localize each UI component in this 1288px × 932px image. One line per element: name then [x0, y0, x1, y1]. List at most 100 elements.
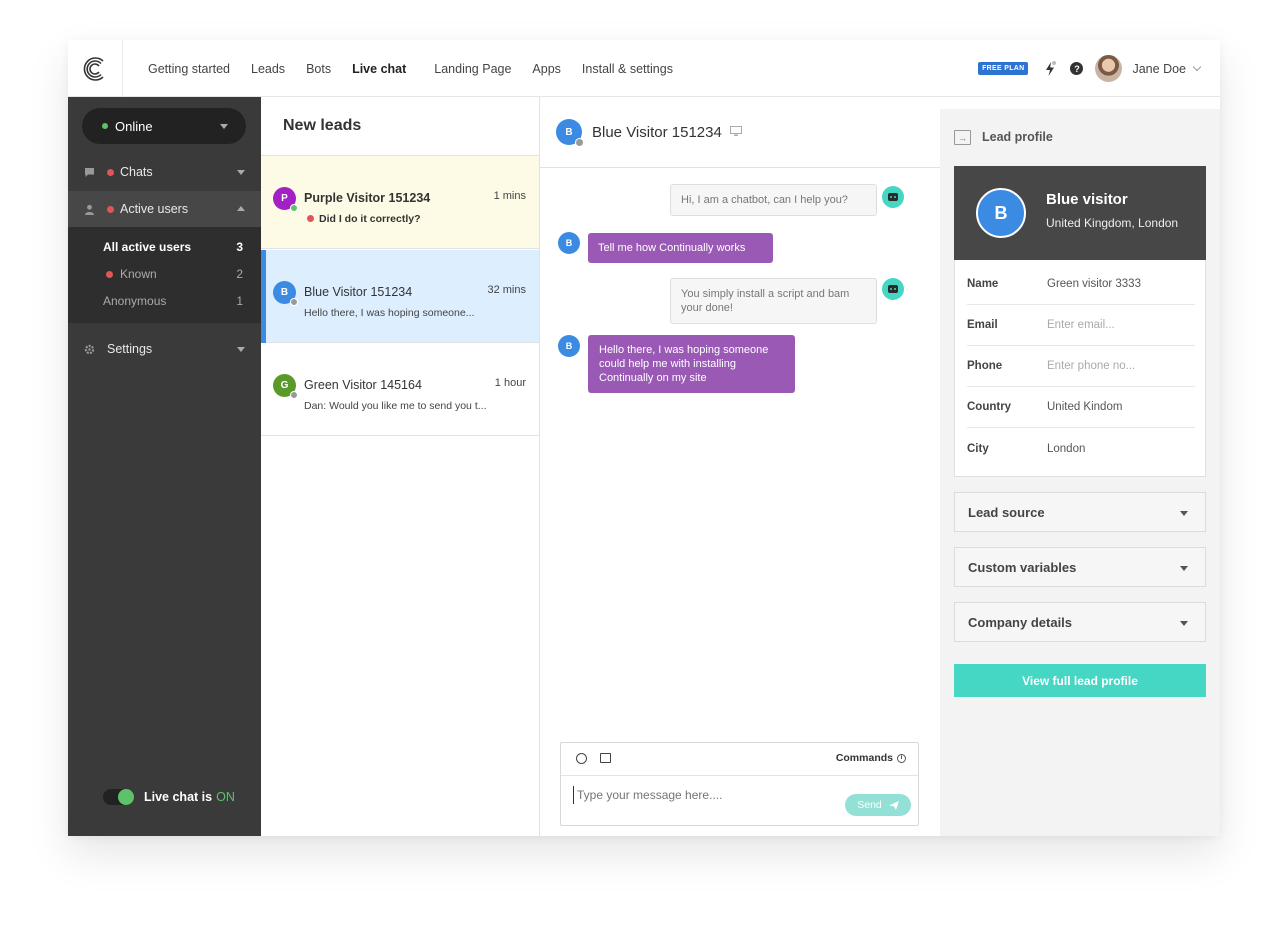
lead-avatar: G — [273, 374, 298, 399]
sidebar-item-settings[interactable]: Settings — [68, 331, 261, 367]
section-label: Lead source — [968, 504, 1045, 520]
lead-profile-panel: → Lead profile B Blue visitor United Kin… — [940, 109, 1220, 836]
status-label: Online — [115, 118, 153, 134]
avatar-initial: B — [280, 287, 289, 298]
visitor-message: Hello there, I was hoping someone could … — [588, 335, 795, 393]
chat-header: B Blue Visitor 151234 — [540, 97, 940, 168]
live-chat-toggle[interactable] — [103, 789, 134, 805]
unread-dot — [307, 215, 314, 222]
subitem-count: 3 — [236, 240, 243, 254]
live-chat-state: ON — [216, 790, 235, 804]
visitor-message: Tell me how Continually works — [588, 233, 773, 263]
nav-landing-page[interactable]: Landing Page — [434, 62, 511, 76]
sidebar-subitem-anonymous[interactable]: Anonymous 1 — [103, 294, 243, 308]
avatar-initial: P — [281, 193, 288, 204]
plan-badge[interactable]: FREE PLAN — [978, 62, 1029, 75]
subitem-label-wrap: Known — [103, 267, 157, 281]
continually-logo[interactable] — [68, 40, 123, 97]
chat-icon — [85, 167, 94, 177]
visitor-avatar: B — [558, 335, 580, 357]
section-custom-variables[interactable]: Custom variables — [954, 547, 1206, 587]
lead-name: Green Visitor 145164 — [304, 378, 422, 392]
app-window: Getting started Leads Bots Live chat Lan… — [68, 40, 1220, 836]
alert-dot — [107, 168, 114, 176]
status-dot — [290, 298, 298, 306]
composer-toolbar: Commands i — [561, 743, 918, 776]
bot-message: You simply install a script and bam your… — [670, 278, 877, 324]
collapse-panel-icon[interactable]: → — [954, 130, 971, 145]
sidebar-subitem-known[interactable]: Known 2 — [103, 267, 243, 281]
avatar-initial: G — [280, 380, 289, 391]
lead-item[interactable]: G Green Visitor 145164 1 hour Dan: Would… — [261, 343, 539, 436]
user-name[interactable]: Jane Doe — [1132, 62, 1186, 76]
send-label: Send — [857, 799, 882, 811]
lead-profile-name: Blue visitor — [1046, 191, 1128, 208]
section-lead-source[interactable]: Lead source — [954, 492, 1206, 532]
status-dot — [290, 204, 298, 212]
lead-time: 1 hour — [494, 377, 526, 389]
nav-apps[interactable]: Apps — [532, 62, 561, 76]
view-full-lead-profile-button[interactable]: View full lead profile — [954, 664, 1206, 697]
emoji-icon[interactable] — [576, 753, 587, 764]
chat-title: Blue Visitor 151234 — [592, 123, 722, 141]
send-button[interactable]: Send — [845, 794, 911, 816]
section-label: Custom variables — [968, 559, 1077, 575]
chat-avatar: B — [556, 119, 584, 147]
nav-leads[interactable]: Leads — [251, 62, 285, 76]
field-country[interactable]: Country United Kindom — [967, 387, 1195, 428]
nav-bots[interactable]: Bots — [306, 62, 331, 76]
lead-time: 1 mins — [493, 190, 526, 202]
lead-item[interactable]: B Blue Visitor 151234 32 mins Hello ther… — [261, 250, 539, 343]
field-label: Email — [967, 319, 998, 331]
lead-item[interactable]: P Purple Visitor 151234 1 mins Did I do … — [261, 156, 539, 249]
logo-icon — [83, 56, 104, 81]
status-dot — [575, 138, 584, 147]
lead-message: Did I do it correctly? — [319, 213, 421, 225]
lead-avatar: B — [273, 281, 298, 306]
lightning-icon[interactable] — [1044, 60, 1057, 77]
sidebar-item-chats[interactable]: Chats — [68, 154, 261, 190]
field-label: Phone — [967, 360, 1003, 372]
online-dot — [102, 123, 108, 129]
commands-label: Commands — [835, 752, 893, 764]
alert-dot — [107, 205, 114, 213]
field-name[interactable]: Name Green visitor 3333 — [967, 264, 1195, 305]
sidebar: Online Chats Active users All active use… — [68, 97, 261, 836]
field-phone[interactable]: Phone Enter phone no... — [967, 346, 1195, 387]
sidebar-item-label: Active users — [120, 202, 189, 216]
user-avatar[interactable] — [1095, 55, 1123, 82]
nav-getting-started[interactable]: Getting started — [148, 62, 230, 76]
sidebar-subitem-all-active-users[interactable]: All active users 3 — [103, 240, 243, 254]
status-dot — [290, 391, 298, 399]
field-value: Enter email... — [1047, 319, 1115, 331]
sidebar-item-active-users[interactable]: Active users — [68, 191, 261, 227]
bot-message: Hi, I am a chatbot, can I help you? — [670, 184, 877, 216]
main-nav: Getting started Leads Bots Live chat Lan… — [148, 40, 694, 97]
lead-profile-location: United Kingdom, London — [1046, 216, 1179, 230]
subitem-count: 2 — [236, 267, 243, 281]
section-label: Company details — [968, 614, 1073, 630]
lead-profile-title: Lead profile — [982, 130, 1053, 144]
gear-icon — [84, 344, 95, 354]
field-label: City — [967, 442, 989, 455]
desktop-icon — [729, 124, 742, 141]
visitor-avatar: B — [558, 232, 580, 254]
chevron-down-icon[interactable] — [1192, 62, 1202, 71]
help-icon[interactable]: ? — [1070, 62, 1084, 75]
leads-title: New leads — [261, 97, 539, 156]
commands-button[interactable]: Commands i — [836, 752, 906, 764]
caret-down-icon — [1180, 566, 1188, 571]
field-email[interactable]: Email Enter email... — [967, 305, 1195, 346]
bot-avatar-icon — [882, 186, 904, 208]
info-icon: i — [897, 753, 906, 763]
caret-down-icon — [1180, 621, 1188, 626]
field-value: Enter phone no... — [1047, 360, 1136, 372]
message-input[interactable] — [573, 786, 833, 804]
image-icon[interactable] — [600, 753, 611, 763]
nav-install-settings[interactable]: Install & settings — [582, 62, 673, 76]
status-selector[interactable]: Online — [82, 108, 246, 144]
field-city[interactable]: City London — [967, 428, 1195, 469]
nav-live-chat[interactable]: Live chat — [352, 62, 406, 76]
sidebar-item-label: Chats — [120, 165, 153, 179]
section-company-details[interactable]: Company details — [954, 602, 1206, 642]
